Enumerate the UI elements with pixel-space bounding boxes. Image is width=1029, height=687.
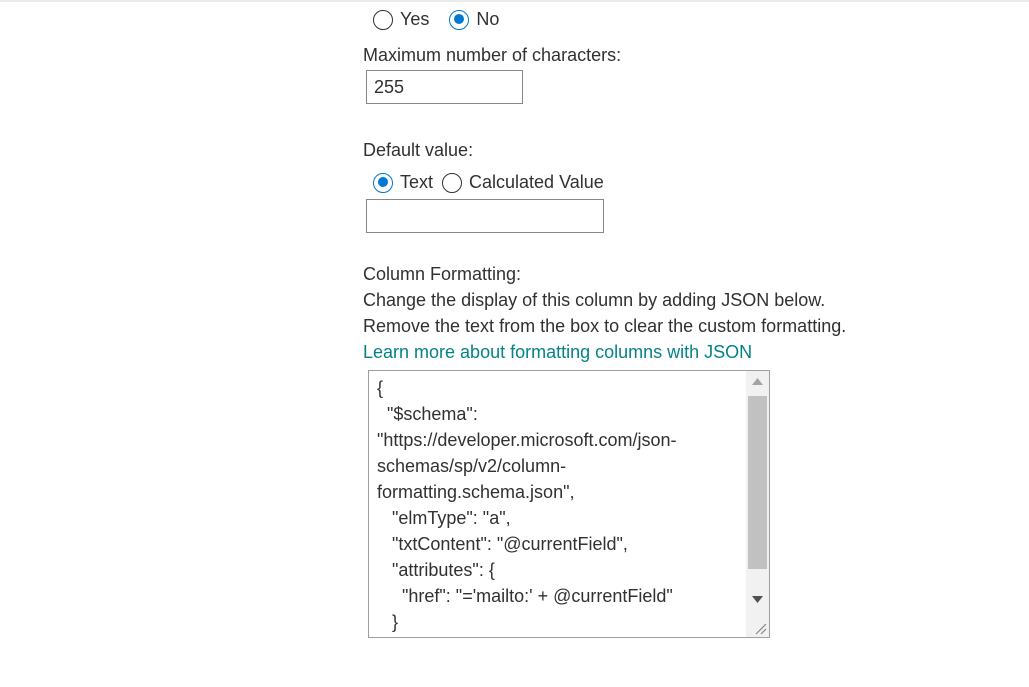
json-line: { (377, 378, 384, 398)
json-line: "attributes": { (377, 560, 495, 580)
max-chars-input[interactable] (366, 70, 523, 104)
column-formatting-description-1: Change the display of this column by add… (363, 290, 826, 310)
json-line: schemas/sp/v2/column- (377, 456, 567, 476)
scrollbar-thumb[interactable] (748, 396, 767, 569)
json-line: "txtContent": "@currentField", (377, 534, 628, 554)
default-value-input[interactable] (366, 199, 604, 233)
formatting-help-link[interactable]: Learn more about formatting columns with… (363, 342, 752, 363)
json-textarea[interactable]: { "$schema": "https://developer.microsoft… (368, 370, 770, 638)
yes-radio[interactable] (373, 9, 393, 30)
json-line: "https://developer.microsoft.com/json- (377, 430, 677, 450)
column-formatting-title: Column Formatting: (363, 264, 522, 284)
column-formatting-description-2: Remove the text from the box to clear th… (363, 316, 847, 336)
max-chars-label: Maximum number of characters: (363, 45, 622, 65)
json-line: "elmType": "a", (377, 508, 511, 528)
json-line: formatting.schema.json", (377, 482, 575, 502)
json-scrollbar[interactable] (746, 371, 769, 637)
yes-radio-label[interactable]: Yes (400, 9, 429, 30)
json-line: "$schema": (377, 404, 478, 424)
json-line: } (377, 612, 399, 632)
json-content[interactable]: { "$schema": "https://developer.microsoft… (377, 375, 747, 635)
no-radio-label[interactable]: No (476, 9, 499, 30)
text-radio-label[interactable]: Text (400, 172, 433, 193)
json-line: "href": "='mailto:' + @currentField" (377, 586, 673, 606)
scroll-down-icon[interactable] (746, 589, 769, 609)
required-radio-group: Yes No (373, 9, 519, 30)
text-radio[interactable] (373, 172, 393, 193)
default-value-label: Default value: (363, 140, 474, 160)
scroll-up-icon[interactable] (746, 371, 769, 391)
top-divider (0, 0, 1029, 2)
no-radio[interactable] (449, 9, 470, 30)
resize-grip-icon[interactable] (746, 613, 769, 637)
calculated-value-radio-label[interactable]: Calculated Value (469, 172, 604, 193)
calculated-value-radio[interactable] (442, 172, 463, 193)
default-value-radio-group: Text Calculated Value (373, 172, 624, 193)
